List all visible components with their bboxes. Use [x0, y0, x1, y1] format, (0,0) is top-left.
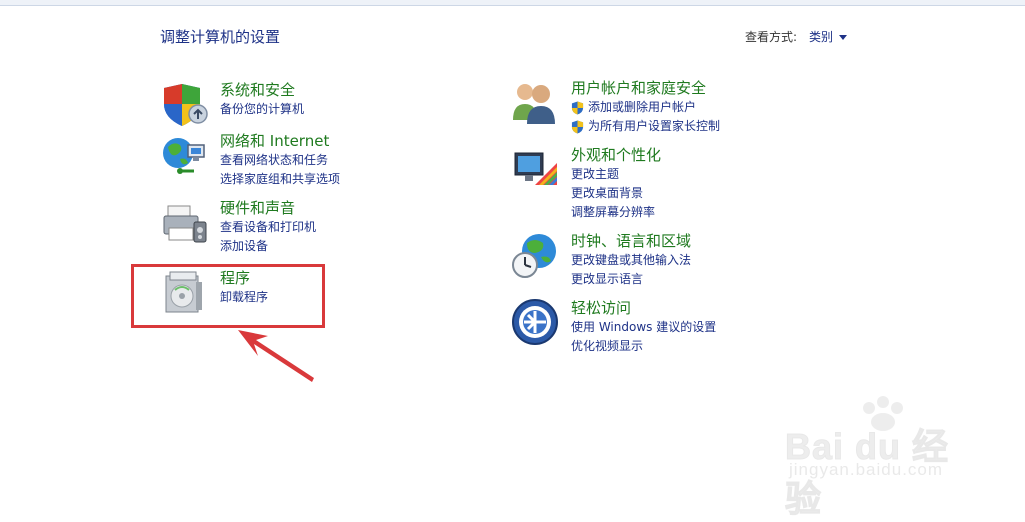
page-title: 调整计算机的设置 — [160, 28, 281, 46]
backup-computer-link[interactable]: 备份您的计算机 — [220, 100, 304, 119]
network-internet-title[interactable]: 网络和 Internet — [220, 131, 340, 151]
baidu-watermark: Bai du 经验 jingyan.baidu.com — [785, 396, 975, 520]
parental-controls-link[interactable]: 为所有用户设置家长控制 — [571, 117, 720, 136]
hardware-sound-title[interactable]: 硬件和声音 — [220, 198, 316, 218]
view-by-control: 查看方式: 类别 — [745, 28, 848, 45]
clock-globe-icon — [512, 234, 556, 278]
highlight-box — [131, 264, 325, 328]
homegroup-sharing-link[interactable]: 选择家庭组和共享选项 — [220, 170, 340, 189]
users-icon — [513, 84, 555, 124]
ease-of-access-title[interactable]: 轻松访问 — [571, 298, 716, 318]
view-by-label: 查看方式: — [745, 30, 798, 44]
uac-shield-icon — [571, 120, 584, 133]
screen-resolution-link[interactable]: 调整屏幕分辨率 — [571, 203, 661, 222]
change-keyboard-link[interactable]: 更改键盘或其他输入法 — [571, 251, 691, 270]
window-top-edge — [0, 0, 1025, 6]
chevron-down-icon — [839, 34, 848, 40]
devices-printers-link[interactable]: 查看设备和打印机 — [220, 218, 316, 237]
add-device-link[interactable]: 添加设备 — [220, 237, 316, 256]
change-background-link[interactable]: 更改桌面背景 — [571, 184, 661, 203]
network-globe-icon — [163, 138, 205, 174]
system-security-title[interactable]: 系统和安全 — [220, 80, 304, 100]
red-arrow-icon — [238, 330, 314, 382]
recommended-settings-link[interactable]: 使用 Windows 建议的设置 — [571, 318, 716, 337]
add-remove-users-link[interactable]: 添加或删除用户帐户 — [571, 98, 720, 117]
change-theme-link[interactable]: 更改主题 — [571, 165, 661, 184]
optimize-display-link[interactable]: 优化视频显示 — [571, 337, 716, 356]
watermark-url: jingyan.baidu.com — [789, 460, 944, 479]
printer-icon — [163, 205, 207, 243]
clock-language-title[interactable]: 时钟、语言和区域 — [571, 231, 691, 251]
user-accounts-title[interactable]: 用户帐户和家庭安全 — [571, 78, 720, 98]
change-display-language-link[interactable]: 更改显示语言 — [571, 270, 691, 289]
view-by-value: 类别 — [809, 30, 834, 44]
view-by-dropdown[interactable]: 类别 — [809, 28, 848, 45]
appearance-monitor-icon — [514, 152, 557, 185]
ease-of-access-icon — [512, 299, 558, 345]
shield-icon — [164, 84, 208, 126]
parental-controls-label: 为所有用户设置家长控制 — [588, 119, 721, 133]
network-status-link[interactable]: 查看网络状态和任务 — [220, 151, 340, 170]
uac-shield-icon — [571, 101, 584, 114]
appearance-title[interactable]: 外观和个性化 — [571, 145, 661, 165]
add-remove-users-label: 添加或删除用户帐户 — [588, 100, 697, 114]
